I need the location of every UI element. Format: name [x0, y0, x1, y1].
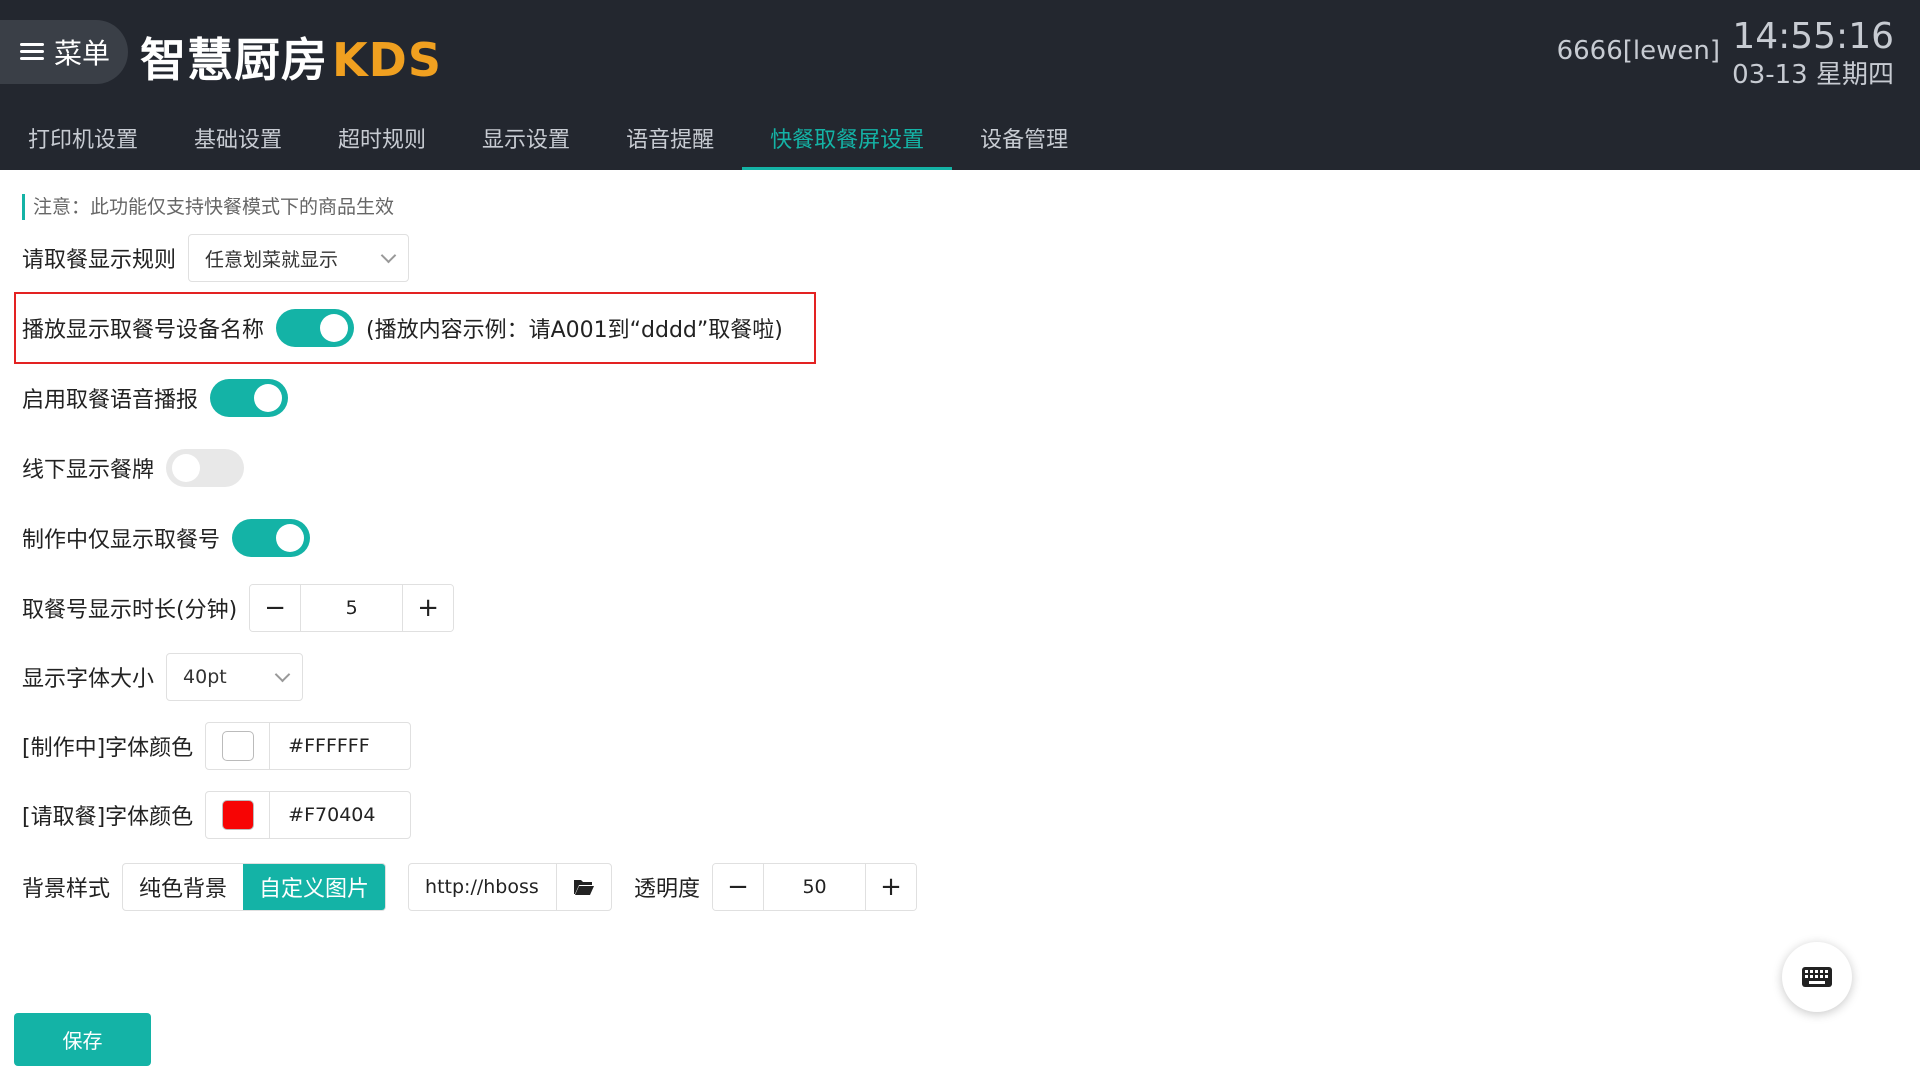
logo-kds: KDS: [332, 33, 442, 87]
pickup-color-swatch-button[interactable]: [206, 792, 271, 838]
making-color-swatch-button[interactable]: [206, 723, 271, 769]
background-option-solid[interactable]: 纯色背景: [123, 864, 243, 910]
chevron-down-icon: [274, 666, 291, 683]
opacity-label: 透明度: [634, 877, 701, 902]
play-device-name-label: 播放显示取餐号设备名称: [22, 318, 265, 343]
play-device-name-hint: (播放内容示例：请A001到“dddd”取餐啦): [366, 318, 783, 343]
settings-tabs: 打印机设置 基础设置 超时规则 显示设置 语音提醒 快餐取餐屏设置 设备管理: [0, 112, 1096, 170]
pickup-color-hex[interactable]: #F70404: [270, 792, 410, 838]
font-size-label: 显示字体大小: [22, 667, 155, 692]
opacity-decrement-button[interactable]: −: [713, 864, 764, 910]
row-voice-broadcast: 启用取餐语音播报: [22, 379, 289, 417]
tab-device-management[interactable]: 设备管理: [952, 112, 1096, 170]
notice-text: 注意：此功能仅支持快餐模式下的商品生效: [22, 194, 394, 220]
row-font-size: 显示字体大小 40pt: [22, 653, 304, 701]
background-option-image[interactable]: 自定义图片: [243, 864, 386, 910]
tab-timeout-rules[interactable]: 超时规则: [310, 112, 454, 170]
tab-printer-settings[interactable]: 打印机设置: [0, 112, 166, 170]
font-size-value: 40pt: [183, 666, 227, 688]
color-swatch: [221, 731, 254, 761]
offline-plate-label: 线下显示餐牌: [22, 458, 155, 483]
making-only-number-toggle[interactable]: [232, 519, 311, 557]
hamburger-icon: [20, 43, 44, 61]
tab-voice-reminder[interactable]: 语音提醒: [598, 112, 742, 170]
row-background-style: 背景样式 纯色背景 自定义图片 http://hboss 透明度 − 50 +: [22, 863, 918, 911]
background-image-field: http://hboss: [408, 863, 613, 911]
background-style-label: 背景样式: [22, 877, 111, 902]
display-duration-label: 取餐号显示时长(分钟): [22, 598, 238, 623]
clock-date: 03-13 星期四: [1732, 60, 1894, 90]
user-account: 6666[lewen]: [1556, 36, 1720, 66]
logo-text: 智慧厨房: [140, 33, 328, 87]
background-url-input[interactable]: http://hboss: [409, 864, 558, 910]
menu-button[interactable]: 菜单: [0, 20, 128, 84]
voice-broadcast-label: 启用取餐语音播报: [22, 388, 199, 413]
offline-plate-toggle[interactable]: [166, 449, 245, 487]
keyboard-icon: [1802, 967, 1832, 987]
save-button[interactable]: 保存: [14, 1013, 151, 1066]
row-pickup-color: [请取餐]字体颜色 #F70404: [22, 791, 412, 839]
pickup-rule-label: 请取餐显示规则: [22, 248, 177, 273]
increment-button[interactable]: +: [403, 585, 454, 631]
toggle-knob: [276, 524, 305, 552]
app-logo: 智慧厨房KDS: [140, 24, 442, 90]
row-making-only-number: 制作中仅显示取餐号: [22, 519, 311, 557]
tab-pickup-screen-settings[interactable]: 快餐取餐屏设置: [742, 112, 953, 170]
making-color-hex[interactable]: #FFFFFF: [270, 723, 410, 769]
making-only-number-label: 制作中仅显示取餐号: [22, 528, 221, 553]
background-style-switch: 纯色背景 自定义图片: [122, 863, 387, 911]
opacity-stepper: − 50 +: [712, 863, 918, 911]
row-making-color: [制作中]字体颜色 #FFFFFF: [22, 722, 412, 770]
row-pickup-rule: 请取餐显示规则 任意划菜就显示: [22, 234, 410, 282]
voice-broadcast-toggle[interactable]: [210, 379, 289, 417]
clock-time: 14:55:16: [1732, 16, 1894, 57]
decrement-button[interactable]: −: [250, 585, 301, 631]
chevron-down-icon: [380, 247, 397, 264]
row-display-duration: 取餐号显示时长(分钟) − 5 +: [22, 584, 455, 632]
clock: 14:55:16 03-13 星期四: [1732, 16, 1894, 92]
making-color-picker: #FFFFFF: [205, 722, 412, 770]
keyboard-button[interactable]: [1782, 942, 1852, 1012]
pickup-color-picker: #F70404: [205, 791, 412, 839]
row-offline-plate: 线下显示餐牌: [22, 449, 245, 487]
pickup-rule-select[interactable]: 任意划菜就显示: [188, 234, 410, 282]
display-duration-value[interactable]: 5: [300, 585, 404, 631]
font-size-select[interactable]: 40pt: [166, 653, 304, 701]
opacity-value[interactable]: 50: [763, 864, 867, 910]
top-bar: 菜单 智慧厨房KDS 6666[lewen] 14:55:16 03-13 星期…: [0, 0, 1920, 170]
tab-basic-settings[interactable]: 基础设置: [166, 112, 310, 170]
toggle-knob: [320, 314, 349, 342]
opacity-increment-button[interactable]: +: [866, 864, 917, 910]
tab-display-settings[interactable]: 显示设置: [454, 112, 598, 170]
pickup-rule-value: 任意划菜就显示: [205, 248, 339, 271]
play-device-name-toggle[interactable]: [276, 309, 355, 347]
pickup-color-label: [请取餐]字体颜色: [22, 805, 194, 830]
row-play-device-name: 播放显示取餐号设备名称 (播放内容示例：请A001到“dddd”取餐啦): [22, 309, 795, 347]
menu-label: 菜单: [54, 37, 111, 70]
making-color-label: [制作中]字体颜色: [22, 736, 194, 761]
toggle-knob: [254, 384, 283, 412]
folder-open-icon[interactable]: [557, 864, 611, 910]
color-swatch: [221, 800, 254, 830]
toggle-knob: [172, 454, 201, 482]
display-duration-stepper: − 5 +: [249, 584, 455, 632]
